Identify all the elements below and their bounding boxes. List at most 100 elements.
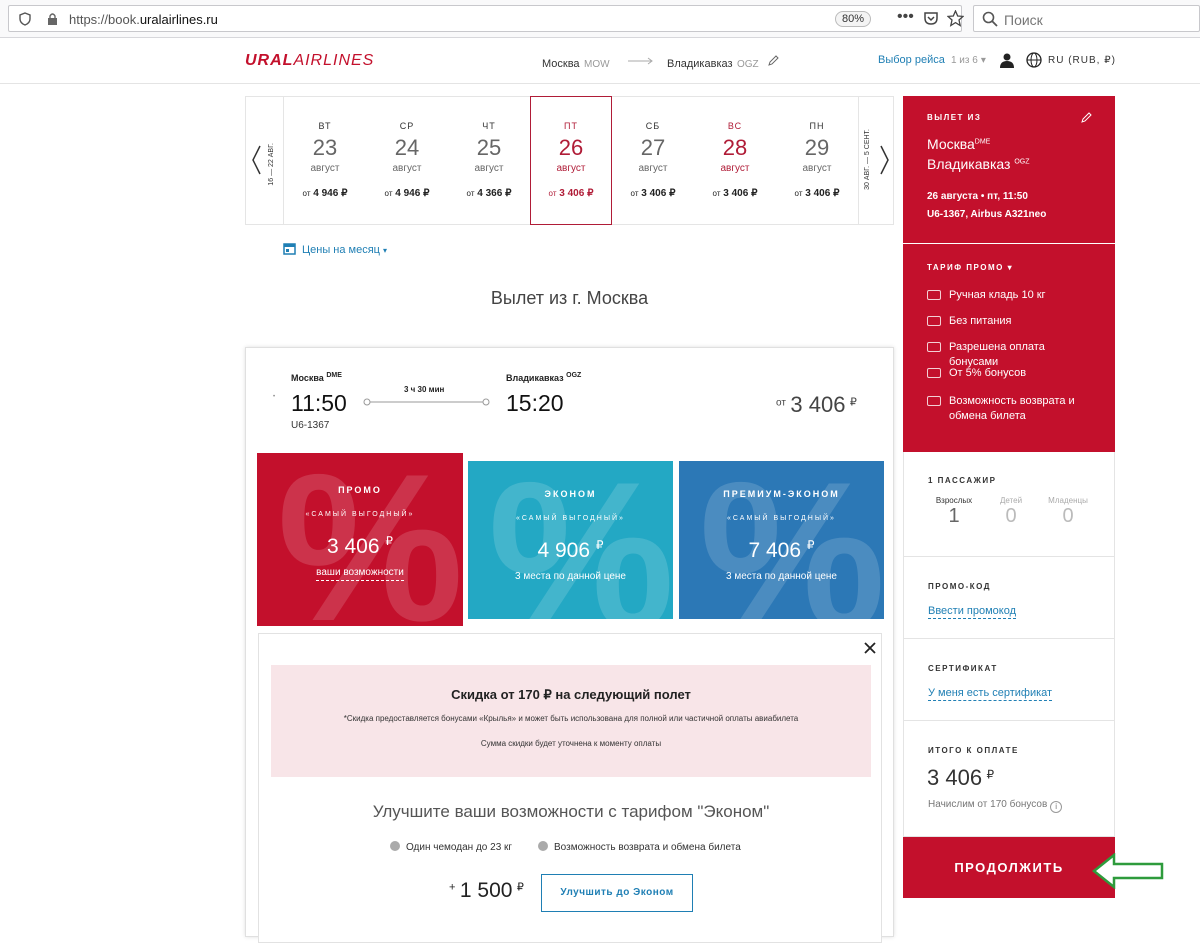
user-icon[interactable]	[1000, 53, 1014, 68]
date-option-27[interactable]: СБ 27 август от 3 406 ₽	[612, 97, 694, 224]
flight-to-code: OGZ	[566, 372, 582, 379]
upgrade-to-economy-button[interactable]: Улучшить до Эконом	[541, 874, 693, 912]
shield-icon[interactable]	[19, 12, 31, 26]
tariff-price: 7 406 ₽	[679, 538, 884, 563]
more-icon[interactable]: •••	[897, 8, 914, 26]
tariff-price: 3 406 ₽	[257, 534, 463, 559]
prev-week-button[interactable]: 16 — 22 АВГ.	[246, 97, 284, 224]
passenger-counter[interactable]: Младенцы 0	[1048, 496, 1088, 528]
have-certificate-link[interactable]: У меня есть сертификат	[928, 687, 1053, 701]
passenger-counter[interactable]: Взрослых 1	[934, 496, 974, 528]
passenger-count: 1	[948, 505, 960, 527]
header-destination: Владикавказ OGZ	[667, 54, 759, 72]
tariff-note[interactable]: ваши возможности	[257, 567, 463, 581]
upgrade-option-luggage: Один чемодан до 23 кг	[390, 841, 512, 853]
tariff-feature: Возможность возврата и обмена билета	[927, 394, 1097, 424]
tariff-summary: ТАРИФ ПРОМО ▾ Ручная кладь 10 кг Без пита…	[903, 244, 1115, 452]
bonus-accrual-text: Начислим от 170 бонусов	[928, 799, 1048, 810]
browser-search-box[interactable]: Поиск	[973, 5, 1200, 32]
flight-step-count: 1 из 6	[950, 55, 978, 66]
date-weekday: ПН	[809, 121, 825, 131]
tariff-card-economy[interactable]: % ЭКОНОМ «САМЫЙ ВЫГОДНЫЙ» 4 906 ₽ 3 мест…	[468, 461, 673, 619]
close-icon[interactable]	[864, 642, 876, 654]
tariff-card-premium-economy[interactable]: % ПРЕМИУМ-ЭКОНОМ «САМЫЙ ВЫГОДНЫЙ» 7 406 …	[679, 461, 884, 619]
browser-toolbar: https://book.uralairlines.ru 80% ••• Пои…	[0, 0, 1200, 38]
summary-date: 26 августа • пт, 11:50	[927, 191, 1028, 202]
globe-icon[interactable]	[1026, 52, 1042, 68]
tariff-name: ПРЕМИУМ-ЭКОНОМ	[723, 489, 840, 499]
date-min-price: от 3 406 ₽	[694, 188, 776, 199]
passenger-type: Взрослых	[935, 496, 973, 505]
ural-airlines-logo[interactable]: URALAIRLINES	[245, 52, 374, 70]
edit-pencil-icon[interactable]	[1081, 112, 1092, 123]
bookmark-star-icon[interactable]	[947, 10, 964, 27]
info-icon[interactable]: i	[1050, 801, 1063, 813]
date-min-price: от 3 406 ₽	[776, 188, 858, 199]
departure-summary-label: ВЫЛЕТ ИЗ	[927, 113, 982, 122]
flight-selection-step[interactable]: Выбор рейса 1 из 6 ▾	[878, 54, 986, 66]
address-bar[interactable]: https://book.uralairlines.ru 80% •••	[8, 5, 964, 32]
date-price-prefix: от	[712, 189, 721, 198]
summary-flight: U6-1367, Airbus A321neo	[927, 209, 1047, 220]
date-option-28[interactable]: ВС 28 август от 3 406 ₽	[694, 97, 776, 224]
upgrade-option-refund-label: Возможность возврата и обмена билета	[554, 842, 741, 853]
date-min-price: от 4 366 ₽	[448, 188, 530, 199]
total-section: ИТОГО К ОПЛАТЕ 3 406 ₽ Начислим от 170 б…	[903, 721, 1115, 837]
tariff-note-text: 3 места по данной цене	[726, 571, 837, 582]
month-prices-link[interactable]: Цены на месяц ▾	[283, 242, 387, 256]
flight-card: • Москва DME 11:50 U6-1367 3 ч 30 мин Вл…	[245, 347, 894, 943]
lock-icon[interactable]	[47, 12, 58, 26]
total-currency: ₽	[986, 767, 995, 782]
date-price-value: 3 406 ₽	[559, 188, 594, 199]
passenger-counter[interactable]: Детей 0	[991, 496, 1031, 528]
flight-min-price: от 3 406 ₽	[776, 392, 857, 418]
passengers-label: 1 ПАССАЖИР	[928, 476, 997, 485]
flight-select-label: Выбор рейса	[878, 54, 945, 66]
date-weekday: ВС	[727, 121, 743, 131]
continue-button[interactable]: ПРОДОЛЖИТЬ	[903, 837, 1115, 898]
tariff-summary-toggle[interactable]: ТАРИФ ПРОМО ▾	[927, 263, 1013, 272]
departure-summary: ВЫЛЕТ ИЗ МоскваDME Владикавказ OGZ 26 ав…	[903, 96, 1115, 243]
chevron-down-icon: ▾	[980, 55, 986, 66]
tariff-subtitle: «САМЫЙ ВЫГОДНЫЙ»	[727, 515, 836, 522]
summary-to: Владикавказ OGZ	[927, 156, 1029, 172]
pocket-icon[interactable]	[923, 11, 939, 26]
date-option-29[interactable]: ПН 29 август от 3 406 ₽	[776, 97, 858, 224]
date-option-25[interactable]: ЧТ 25 август от 4 366 ₽	[448, 97, 530, 224]
flight-duration: 3 ч 30 мин	[404, 385, 445, 394]
date-price-prefix: от	[302, 189, 311, 198]
header-to-code: OGZ	[737, 59, 759, 70]
chevron-left-icon	[252, 145, 261, 175]
date-price-value: 4 946 ₽	[313, 188, 348, 199]
tariff-price: 4 906 ₽	[468, 538, 673, 563]
tariff-name: ЭКОНОМ	[544, 489, 597, 499]
search-placeholder: Поиск	[1004, 12, 1043, 28]
promo-code-label: ПРОМО-КОД	[928, 582, 991, 591]
language-currency-selector[interactable]: RU (RUB, ₽)	[1048, 55, 1116, 66]
tariff-note: 3 места по данной цене	[468, 571, 673, 582]
date-option-24[interactable]: СР 24 август от 4 946 ₽	[366, 97, 448, 224]
tariff-price-currency: ₽	[385, 534, 394, 548]
date-selector: 16 — 22 АВГ. ВТ 23 август от 4 946 ₽ СР 2…	[245, 96, 894, 225]
tariff-feature: Без питания	[927, 314, 1097, 329]
passenger-count: 0	[1062, 505, 1074, 527]
upgrade-title: Улучшите ваши возможности с тарифом "Эко…	[372, 802, 770, 821]
date-price-prefix: от	[630, 189, 639, 198]
tariff-card-promo[interactable]: % ПРОМО «САМЫЙ ВЫГОДНЫЙ» 3 406 ₽ ваши во…	[257, 453, 463, 626]
flight-dot-icon: •	[273, 394, 276, 400]
url-text[interactable]: https://book.uralairlines.ru	[69, 12, 218, 27]
page-title: Вылет из г. Москва	[490, 288, 649, 308]
date-option-23[interactable]: ВТ 23 август от 4 946 ₽	[284, 97, 366, 224]
zoom-indicator[interactable]: 80%	[835, 11, 872, 27]
next-week-button[interactable]: 30 АВГ. — 5 СЕНТ.	[858, 97, 894, 224]
logo-bold: URAL	[245, 52, 294, 69]
enter-promo-code-link[interactable]: Ввести промокод	[928, 605, 1017, 619]
feature-icon	[927, 316, 941, 326]
date-month: август	[474, 163, 504, 174]
chevron-right-icon	[880, 145, 889, 175]
upgrade-price-currency: ₽	[516, 881, 524, 894]
arrival-time: 15:20	[506, 390, 564, 416]
date-option-26[interactable]: ПТ 26 август от 3 406 ₽	[530, 96, 612, 225]
departure-time: 11:50	[291, 390, 347, 416]
edit-pencil-icon[interactable]	[768, 55, 779, 66]
